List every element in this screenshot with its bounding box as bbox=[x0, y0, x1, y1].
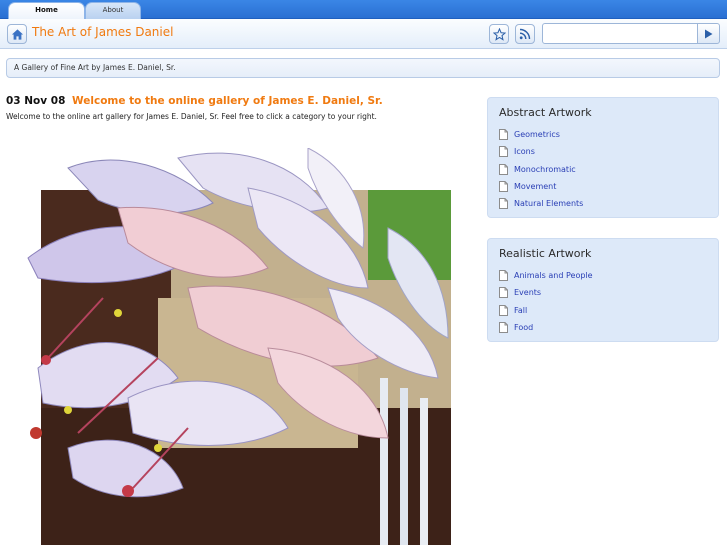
document-icon bbox=[499, 129, 508, 141]
category-label: Animals and People bbox=[514, 271, 593, 281]
category-link-geometrics[interactable]: Geometrics bbox=[499, 126, 583, 143]
post-body: Welcome to the online art gallery for Ja… bbox=[6, 112, 377, 121]
home-icon bbox=[11, 28, 23, 40]
document-icon bbox=[499, 146, 508, 158]
document-icon bbox=[499, 287, 508, 299]
document-icon bbox=[499, 198, 508, 210]
category-label: Food bbox=[514, 323, 534, 333]
category-label: Fall bbox=[514, 305, 528, 315]
post-title-link[interactable]: Welcome to the online gallery of James E… bbox=[72, 95, 383, 107]
tab-strip: Home About bbox=[0, 0, 727, 19]
category-link-movement[interactable]: Movement bbox=[499, 178, 583, 195]
search-input[interactable] bbox=[542, 23, 698, 44]
abstract-artwork-title: Abstract Artwork bbox=[499, 106, 592, 119]
home-button[interactable] bbox=[7, 24, 27, 44]
abstract-artwork-panel: Abstract Artwork Geometrics Icons Monoch… bbox=[487, 97, 719, 218]
category-label: Geometrics bbox=[514, 130, 560, 140]
document-icon bbox=[499, 304, 508, 316]
post-header: 03 Nov 08 Welcome to the online gallery … bbox=[6, 95, 383, 107]
category-link-icons[interactable]: Icons bbox=[499, 143, 583, 160]
play-arrow-icon bbox=[705, 29, 713, 38]
realistic-artwork-list: Animals and People Events Fall Food bbox=[499, 267, 593, 336]
category-link-monochromatic[interactable]: Monochromatic bbox=[499, 161, 583, 178]
document-icon bbox=[499, 270, 508, 282]
category-label: Events bbox=[514, 288, 542, 298]
document-icon bbox=[499, 163, 508, 175]
realistic-artwork-title: Realistic Artwork bbox=[499, 247, 592, 260]
category-link-events[interactable]: Events bbox=[499, 284, 593, 301]
artwork-image[interactable] bbox=[8, 148, 453, 545]
site-tagline: A Gallery of Fine Art by James E. Daniel… bbox=[6, 58, 720, 78]
document-icon bbox=[499, 181, 508, 193]
realistic-artwork-panel: Realistic Artwork Animals and People Eve… bbox=[487, 238, 719, 342]
post-date: 03 Nov 08 bbox=[6, 95, 66, 107]
abstract-artwork-list: Geometrics Icons Monochromatic Movement … bbox=[499, 126, 583, 212]
bookmark-button[interactable] bbox=[489, 24, 509, 44]
tab-home[interactable]: Home bbox=[8, 2, 85, 19]
document-icon bbox=[499, 322, 508, 334]
header-bar: The Art of James Daniel bbox=[0, 19, 727, 49]
category-link-fall[interactable]: Fall bbox=[499, 302, 593, 319]
category-label: Movement bbox=[514, 182, 557, 192]
category-link-animals-and-people[interactable]: Animals and People bbox=[499, 267, 593, 284]
category-label: Monochromatic bbox=[514, 164, 576, 174]
page: Home About The Art of James Daniel A Gal… bbox=[0, 0, 727, 545]
rss-button[interactable] bbox=[515, 24, 535, 44]
category-label: Icons bbox=[514, 147, 535, 157]
tab-about[interactable]: About bbox=[85, 2, 141, 19]
search-go-button[interactable] bbox=[697, 23, 720, 44]
category-link-food[interactable]: Food bbox=[499, 319, 593, 336]
star-icon bbox=[492, 27, 506, 41]
category-label: Natural Elements bbox=[514, 199, 584, 209]
rss-icon bbox=[519, 28, 531, 40]
category-link-natural-elements[interactable]: Natural Elements bbox=[499, 195, 583, 212]
site-title[interactable]: The Art of James Daniel bbox=[32, 25, 173, 39]
